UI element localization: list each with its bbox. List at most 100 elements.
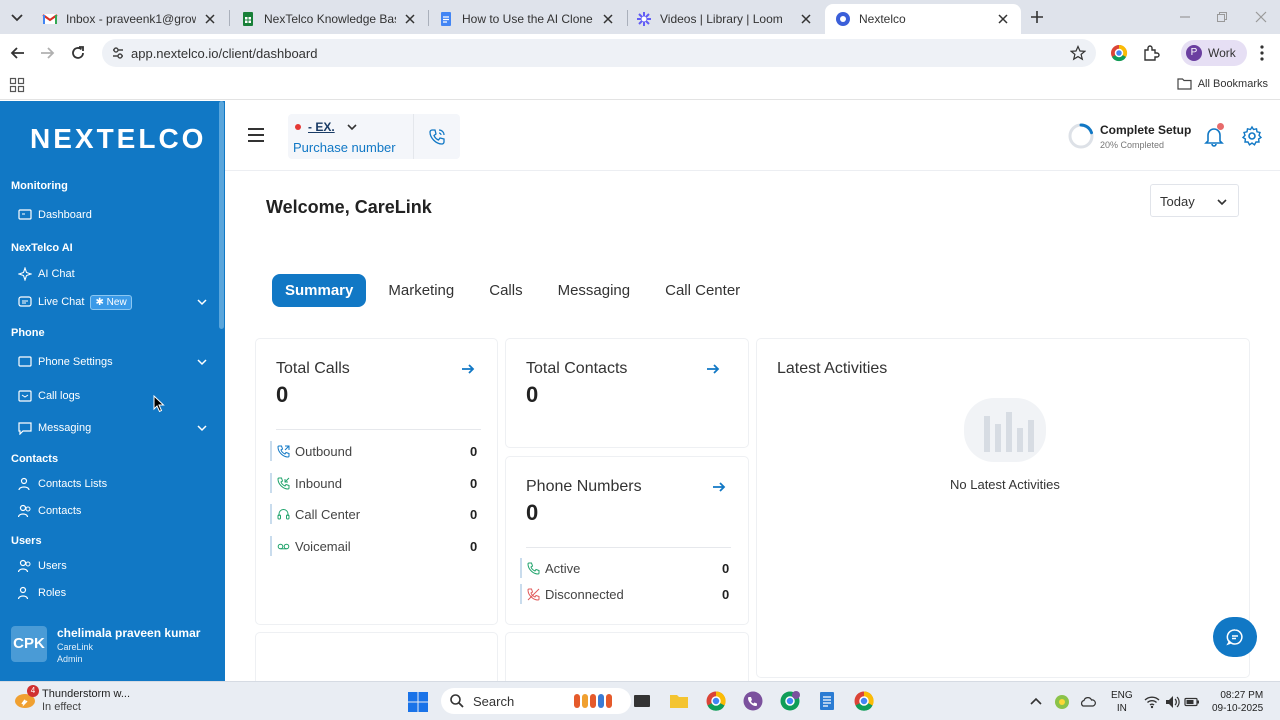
tab-search-chevron-icon[interactable] (8, 9, 26, 25)
search-label: Search (473, 693, 515, 709)
onedrive-icon[interactable] (1080, 694, 1096, 710)
card-value: 0 (526, 382, 539, 407)
language-indicator[interactable]: ENG IN (1111, 689, 1133, 715)
browser-tab-sheets[interactable]: NexTelco Knowledge Base - Go (230, 4, 428, 34)
tray-overflow-chevron-icon[interactable] (1028, 694, 1044, 710)
card-title: Latest Activities (777, 360, 888, 377)
taskbar-search[interactable]: Search (441, 688, 631, 714)
period-select[interactable]: Today (1150, 184, 1239, 217)
setup-progress-ring[interactable] (1067, 122, 1095, 150)
file-explorer-icon[interactable] (668, 690, 690, 712)
chevron-down-icon[interactable] (346, 121, 358, 133)
sidebar-item-users[interactable]: Users (18, 555, 213, 577)
weather-title[interactable]: Thunderstorm w... (42, 688, 130, 700)
docs-icon (441, 12, 451, 26)
list-item: Active (520, 558, 580, 578)
reload-icon[interactable] (69, 44, 87, 62)
restore-icon[interactable] (1215, 10, 1229, 24)
dialer-button[interactable] (413, 114, 460, 159)
task-view-icon[interactable] (631, 690, 653, 712)
address-bar[interactable]: app.nextelco.io/client/dashboard (102, 39, 1096, 67)
live-chat-icon (18, 296, 32, 307)
contacts-icon (18, 504, 31, 518)
card-value: 0 (276, 382, 289, 407)
row-label: Disconnected (545, 586, 624, 602)
volume-icon[interactable] (1164, 694, 1180, 710)
card-title: Total Calls (276, 360, 350, 377)
chat-support-button[interactable] (1213, 617, 1257, 657)
bookmark-star-icon[interactable] (1070, 45, 1086, 61)
forward-icon[interactable] (38, 44, 56, 62)
dashboard-main: Welcome, CareLink Today Summary Marketin… (225, 172, 1280, 681)
weather-badge: 4 (27, 685, 39, 697)
sidebar-item-ai-chat[interactable]: AI Chat (18, 263, 213, 285)
sidebar-item-contacts-lists[interactable]: Contacts Lists (18, 473, 213, 495)
close-tab-icon[interactable] (798, 11, 814, 27)
chrome-extension-icon[interactable] (1110, 44, 1128, 62)
arrow-right-icon[interactable] (712, 480, 726, 494)
avatar: CPK (11, 626, 47, 662)
chrome-alt-icon[interactable] (853, 690, 875, 712)
sidebar-item-label: AI Chat (38, 268, 75, 280)
close-tab-icon[interactable] (600, 11, 616, 27)
list-item: Voicemail (270, 536, 351, 556)
new-tab-icon[interactable] (1029, 9, 1045, 25)
sidebar-item-roles[interactable]: Roles (18, 582, 213, 604)
purchase-number-link[interactable]: Purchase number (293, 140, 396, 155)
chevron-down-icon[interactable] (196, 356, 208, 368)
browser-tab-docs[interactable]: How to Use the AI Clone Featu (428, 4, 626, 34)
tab-marketing[interactable]: Marketing (375, 274, 467, 307)
browser-tab-gmail[interactable]: Inbox - praveenk1@growthhac (32, 4, 228, 34)
row-value: 0 (470, 476, 478, 491)
viber-icon[interactable] (742, 690, 764, 712)
extensions-puzzle-icon[interactable] (1142, 44, 1160, 62)
nextelco-logo[interactable]: NEXTELCO (30, 123, 206, 155)
browser-tab-nextelco[interactable]: Nextelco (825, 4, 1021, 34)
sidebar-item-phone-settings[interactable]: Phone Settings (18, 351, 213, 373)
tray-app-icon[interactable] (1054, 694, 1070, 710)
sidebar: NEXTELCO Monitoring Dashboard NexTelco A… (0, 101, 225, 681)
minimize-icon[interactable] (1178, 10, 1192, 24)
browser-menu-icon[interactable] (1255, 44, 1269, 62)
notepad-icon[interactable] (816, 690, 838, 712)
system-clock[interactable]: 08:27 PM 09-10-2025 (1212, 689, 1263, 715)
wifi-icon[interactable] (1144, 694, 1160, 710)
sidebar-item-contacts[interactable]: Contacts (18, 500, 213, 522)
site-info-icon[interactable] (110, 45, 126, 61)
back-icon[interactable] (9, 44, 27, 62)
sidebar-item-call-logs[interactable]: Call logs (18, 385, 213, 407)
sidebar-item-live-chat[interactable]: Live Chat ✱ New (18, 291, 213, 313)
user-role: Admin (57, 654, 83, 664)
tab-messaging[interactable]: Messaging (545, 274, 644, 307)
profile-chip[interactable]: P Work (1181, 40, 1247, 66)
sidebar-item-messaging[interactable]: Messaging (18, 417, 213, 439)
chrome-icon[interactable] (705, 690, 727, 712)
number-selector[interactable]: - EX. (308, 120, 335, 134)
user-profile[interactable]: CPK chelimala praveen kumar CareLink Adm… (0, 607, 225, 681)
browser-toolbar: app.nextelco.io/client/dashboard (0, 34, 1280, 72)
browser-tab-loom[interactable]: Videos | Library | Loom (626, 4, 824, 34)
window-close-icon[interactable] (1254, 10, 1268, 24)
sidebar-scrollbar[interactable] (219, 101, 224, 329)
tab-call-center[interactable]: Call Center (652, 274, 753, 307)
all-bookmarks-button[interactable]: All Bookmarks (1177, 77, 1268, 90)
complete-setup-title[interactable]: Complete Setup (1100, 123, 1191, 137)
close-tab-icon[interactable] (202, 11, 218, 27)
arrow-right-icon[interactable] (706, 362, 720, 376)
windows-start-icon[interactable] (407, 691, 429, 713)
tab-summary[interactable]: Summary (272, 274, 367, 307)
clock-date: 09-10-2025 (1212, 703, 1264, 714)
chevron-down-icon[interactable] (196, 296, 208, 308)
arrow-right-icon[interactable] (461, 362, 475, 376)
close-tab-icon[interactable] (995, 11, 1011, 27)
user-org: CareLink (57, 642, 94, 652)
chevron-down-icon[interactable] (196, 422, 208, 434)
sidebar-item-dashboard[interactable]: Dashboard (18, 204, 213, 226)
battery-icon[interactable] (1184, 694, 1200, 710)
apps-grid-icon[interactable] (9, 77, 25, 93)
settings-gear-icon[interactable] (1241, 125, 1263, 147)
close-tab-icon[interactable] (402, 11, 418, 27)
hamburger-menu-icon[interactable] (247, 127, 265, 143)
tab-calls[interactable]: Calls (476, 274, 535, 307)
chrome-profile-icon[interactable] (779, 690, 801, 712)
